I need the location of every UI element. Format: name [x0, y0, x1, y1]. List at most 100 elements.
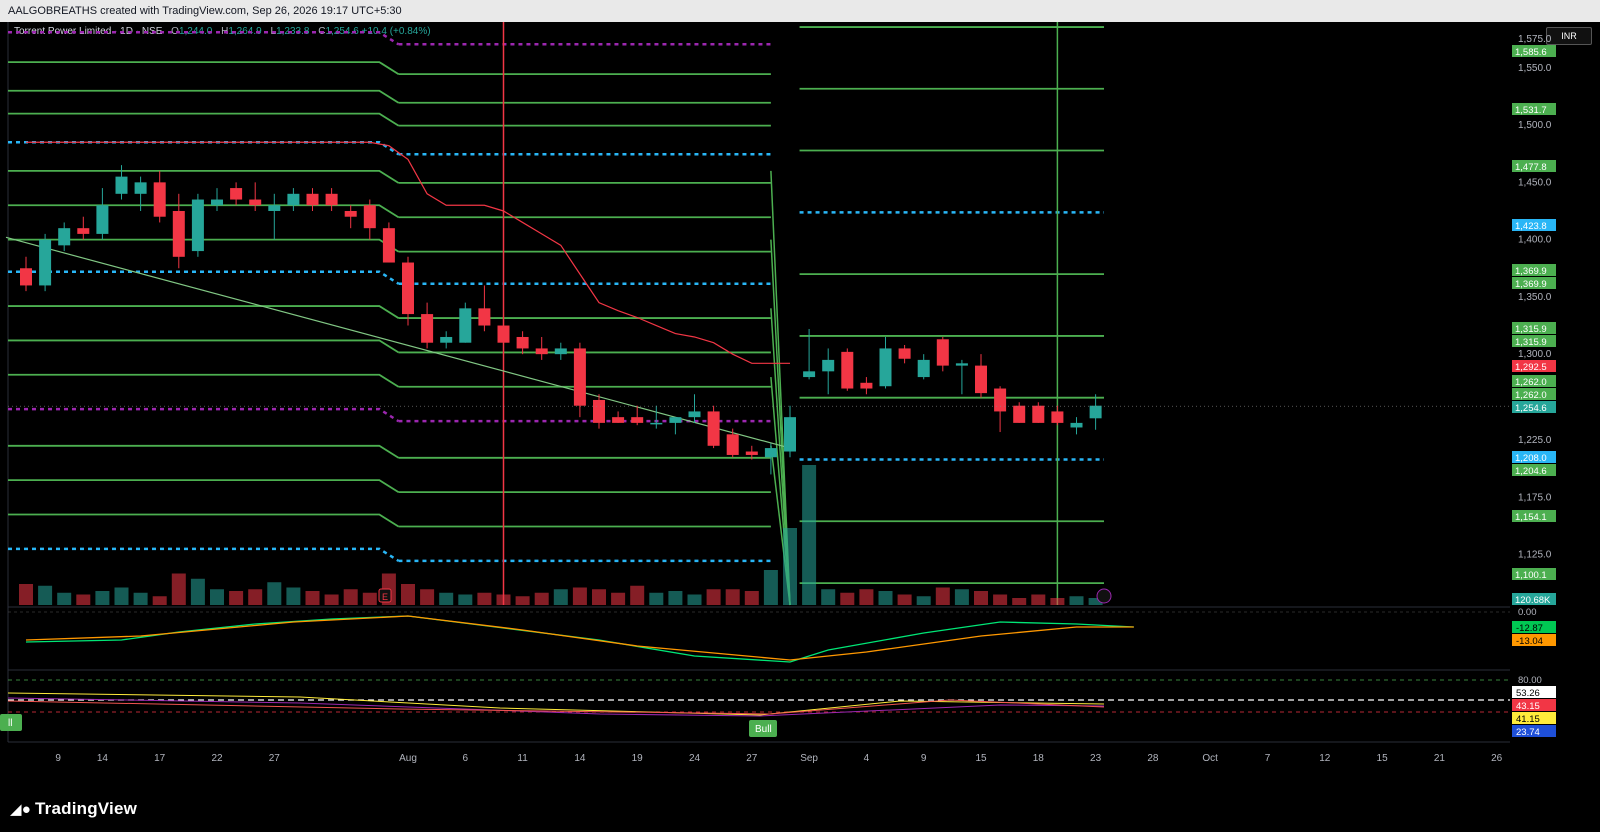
- candle-body[interactable]: [1089, 405, 1102, 419]
- candle-body[interactable]: [497, 325, 510, 343]
- bull-signal-label: Bull: [755, 724, 772, 735]
- candle-body[interactable]: [459, 308, 472, 343]
- candle-body[interactable]: [860, 382, 873, 389]
- candle-body[interactable]: [707, 411, 720, 446]
- macd-value: -12.87: [1516, 623, 1543, 634]
- candle-body[interactable]: [745, 451, 758, 455]
- candle-body[interactable]: [191, 199, 204, 252]
- x-axis-tick-label: 15: [1377, 753, 1389, 764]
- macd-zero-label: 0.00: [1518, 607, 1537, 618]
- candle-body[interactable]: [325, 193, 338, 206]
- trendline: [5, 236, 791, 449]
- volume-bar: [687, 594, 702, 605]
- candle-body[interactable]: [650, 422, 663, 425]
- candle-body[interactable]: [440, 336, 453, 343]
- candle-body[interactable]: [287, 193, 300, 206]
- candle-body[interactable]: [764, 448, 777, 458]
- candle-body[interactable]: [688, 411, 701, 418]
- candle-body[interactable]: [211, 199, 223, 206]
- candle-body[interactable]: [402, 262, 414, 315]
- candle-body[interactable]: [115, 176, 128, 194]
- x-axis-tick-label: 26: [1491, 753, 1503, 764]
- candle-body[interactable]: [516, 336, 529, 349]
- candle-body[interactable]: [153, 182, 166, 217]
- candle-body[interactable]: [841, 351, 854, 389]
- x-axis-tick-label: 9: [921, 753, 927, 764]
- volume-bar: [878, 591, 893, 605]
- candle-body[interactable]: [669, 417, 682, 423]
- candle-body[interactable]: [593, 399, 605, 423]
- candle-body[interactable]: [249, 199, 262, 206]
- candle-body[interactable]: [172, 210, 185, 257]
- volume-bar: [725, 589, 740, 605]
- candle-body[interactable]: [382, 228, 395, 263]
- x-axis-tick-label: Oct: [1202, 753, 1218, 764]
- candle-body[interactable]: [955, 363, 968, 366]
- x-axis-tick-label: 18: [1033, 753, 1045, 764]
- old-level-line: [8, 339, 399, 354]
- candle-body[interactable]: [1032, 405, 1045, 423]
- candle-body[interactable]: [58, 228, 71, 246]
- candle-body[interactable]: [1051, 411, 1064, 423]
- candle-body[interactable]: [20, 268, 32, 286]
- volume-bar: [1012, 598, 1027, 605]
- price-chart[interactable]: E 1,575.0 1,550.0 1,500.0 1,450.0 1,400.0 1,35…: [0, 22, 1600, 786]
- candle-body[interactable]: [134, 182, 147, 194]
- volume-bar: [343, 589, 358, 605]
- price-badge-label: 120.68K: [1515, 595, 1551, 606]
- candle-body[interactable]: [573, 348, 586, 406]
- candle-body[interactable]: [344, 210, 357, 217]
- candle-body[interactable]: [822, 359, 835, 372]
- candle-body[interactable]: [917, 359, 930, 378]
- candle-body[interactable]: [631, 417, 644, 423]
- macd-signal-value: -13.04: [1516, 636, 1543, 647]
- volume-bar: [515, 596, 530, 605]
- candle-body[interactable]: [879, 348, 892, 387]
- candle-body[interactable]: [77, 228, 90, 234]
- y-axis-tick-label: 1,350.0: [1518, 292, 1552, 303]
- volume-bar: [1069, 596, 1084, 605]
- price-badge-label: 1,262.0: [1515, 377, 1547, 388]
- volume-bar: [38, 585, 53, 605]
- price-badge-label: 1,423.8: [1515, 221, 1547, 232]
- x-axis-tick-label: 22: [211, 753, 223, 764]
- volume-bar: [19, 584, 33, 605]
- candle-body[interactable]: [96, 205, 109, 234]
- candle-body[interactable]: [535, 348, 548, 355]
- candle-body[interactable]: [478, 308, 491, 326]
- old-level-line: [8, 61, 399, 75]
- candle-body[interactable]: [803, 371, 816, 378]
- candle-body[interactable]: [936, 339, 949, 366]
- candle-body[interactable]: [994, 388, 1007, 412]
- candle-body[interactable]: [784, 417, 796, 452]
- alert-bolt-icon[interactable]: [1096, 588, 1112, 604]
- volume-bar: [133, 592, 148, 605]
- price-badge-label: 1,531.7: [1515, 105, 1547, 116]
- candle-body[interactable]: [306, 193, 319, 206]
- candle-body[interactable]: [230, 188, 243, 200]
- candle-body[interactable]: [1013, 405, 1026, 423]
- candle-body[interactable]: [268, 205, 281, 211]
- candle-body[interactable]: [363, 205, 376, 229]
- volume-bar: [553, 589, 568, 605]
- price-badge-label: 1,100.1: [1515, 570, 1547, 581]
- volume-bar: [897, 594, 912, 605]
- tradingview-brand[interactable]: ◢● TradingView: [10, 799, 137, 819]
- candle-body[interactable]: [554, 348, 567, 355]
- candle-body[interactable]: [421, 314, 434, 343]
- volume-bar: [248, 589, 263, 605]
- candle-body[interactable]: [612, 417, 625, 423]
- old-level-line: [8, 547, 400, 562]
- volume-bar: [76, 594, 91, 605]
- x-axis-tick-label: 14: [97, 753, 109, 764]
- candle-body[interactable]: [1070, 422, 1083, 428]
- candle-body[interactable]: [975, 365, 987, 394]
- rsi-value: 41.15: [1516, 714, 1540, 725]
- candle-body[interactable]: [726, 434, 739, 455]
- old-level-line: [8, 479, 399, 493]
- candle-body[interactable]: [898, 348, 911, 359]
- volume-bar: [439, 592, 454, 605]
- candle-body[interactable]: [39, 239, 52, 286]
- volume-bar: [324, 594, 339, 605]
- volume-bar: [916, 596, 931, 605]
